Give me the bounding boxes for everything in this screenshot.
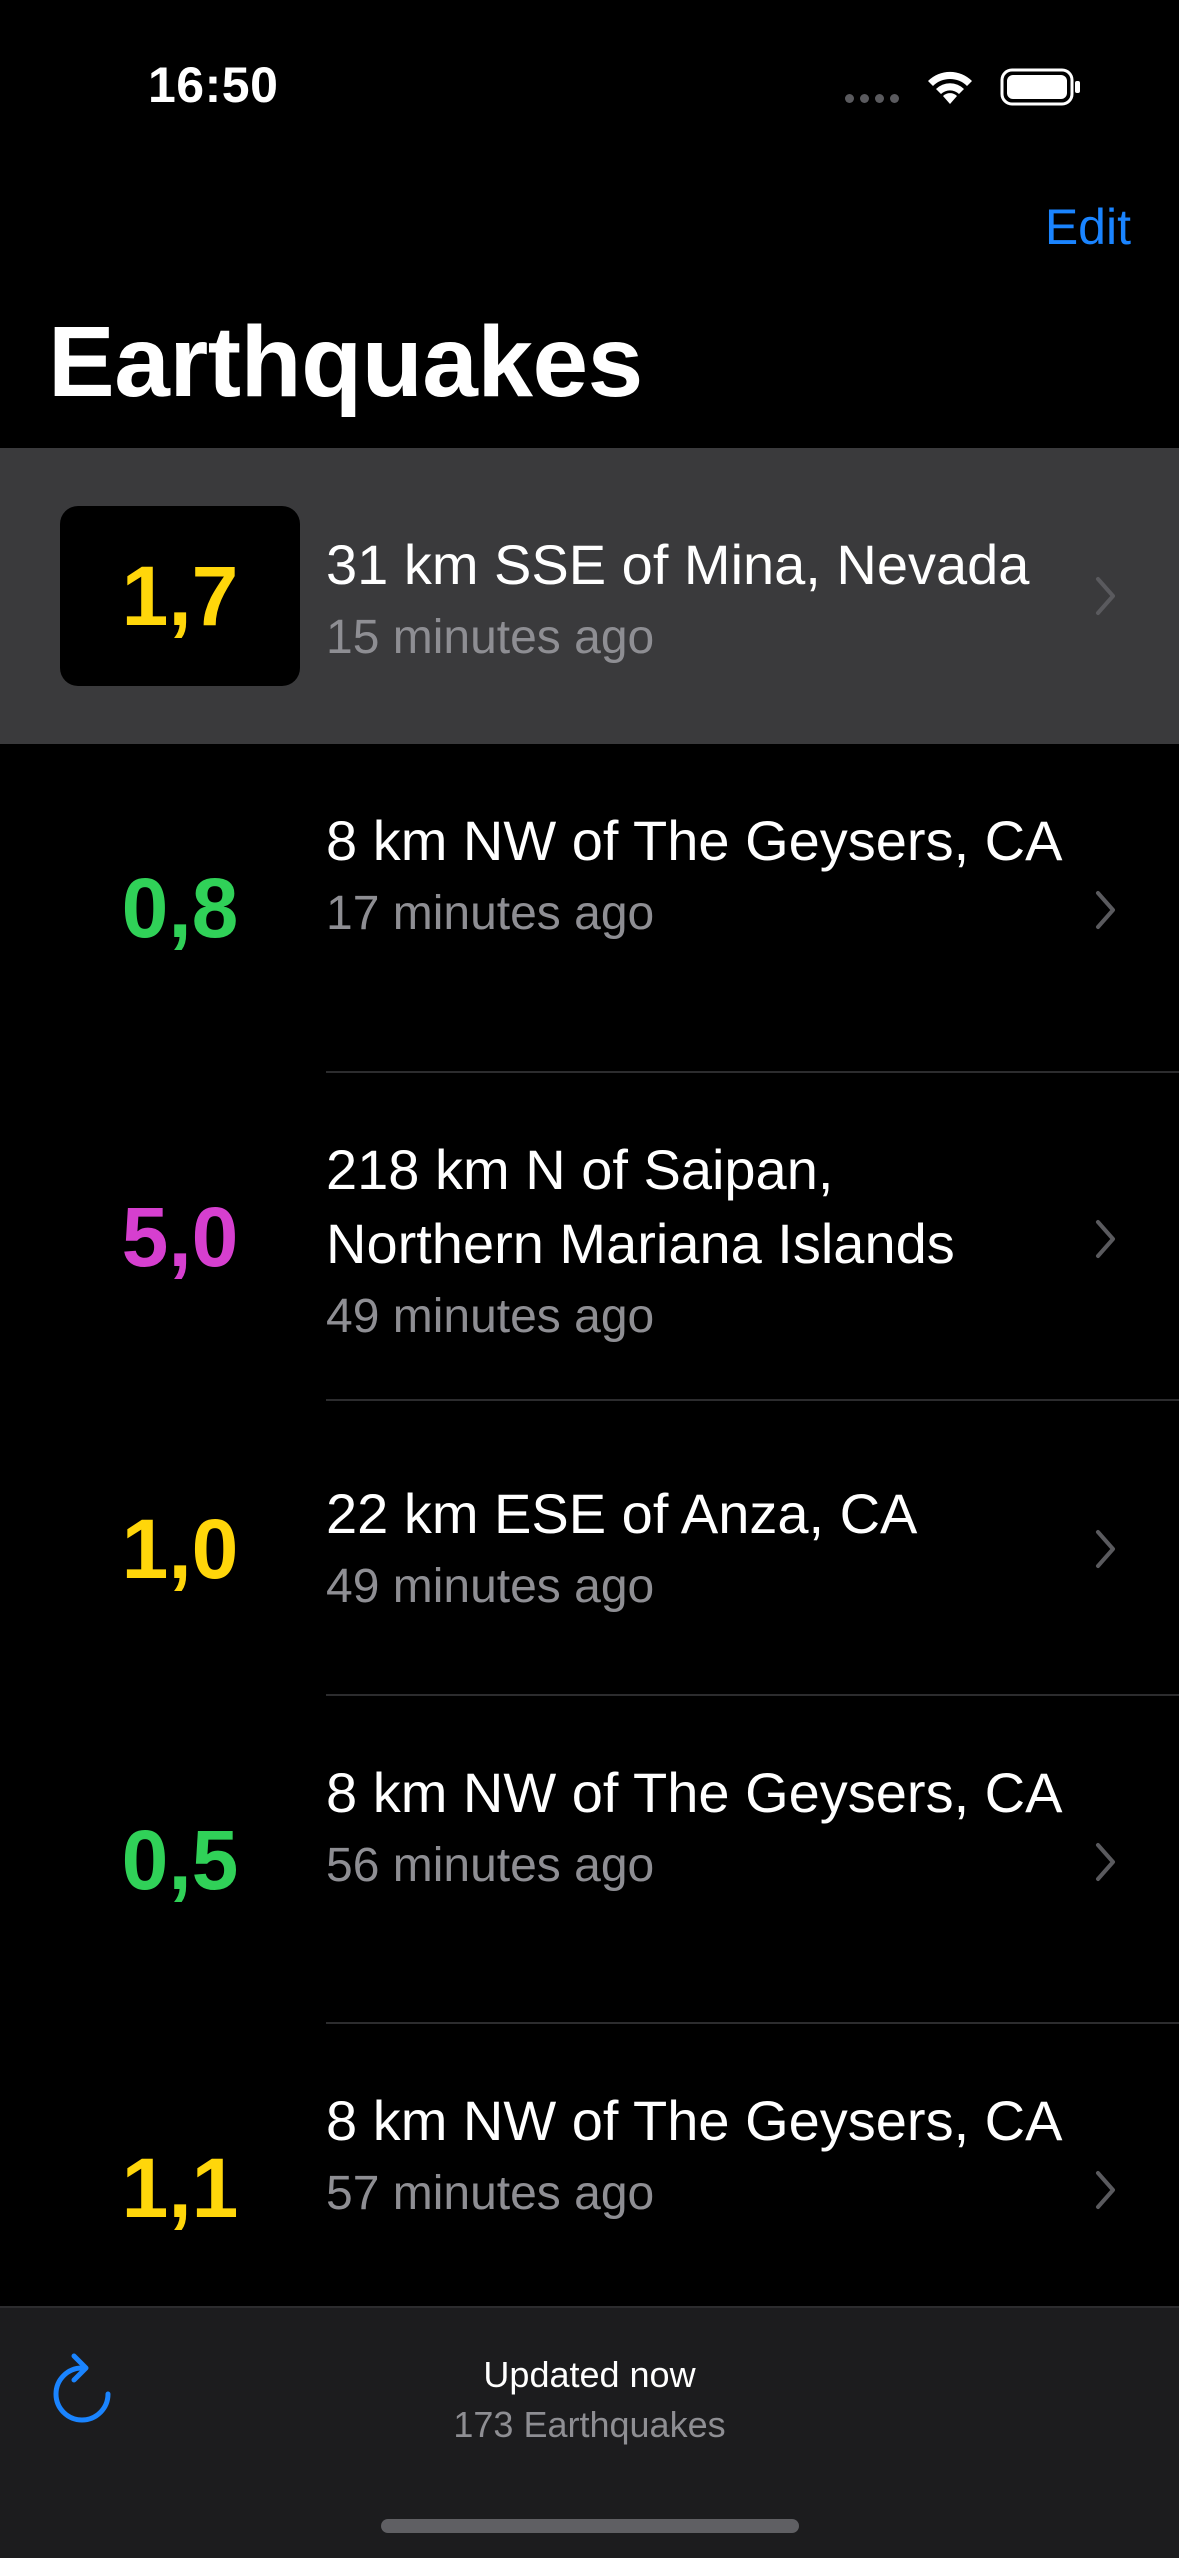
page-title: Earthquakes: [48, 306, 643, 418]
chevron-right-icon: [1096, 2171, 1115, 2209]
chevron-right-icon: [1096, 1530, 1115, 1568]
magnitude-badge: 1,0: [121, 1501, 239, 1596]
list-item[interactable]: 1,0 22 km ESE of Anza, CA 49 minutes ago: [0, 1401, 1179, 1696]
quake-time: 17 minutes ago: [326, 887, 655, 940]
quake-place: 218 km N of Saipan, Northern Mariana Isl…: [326, 1138, 955, 1275]
quake-time: 49 minutes ago: [326, 1560, 655, 1613]
status-time: 16:50: [148, 57, 279, 113]
update-status: Updated now 173 Earthquakes: [0, 2350, 1179, 2450]
quake-place: 22 km ESE of Anza, CA: [326, 1482, 918, 1545]
magnitude-badge: 1,7: [60, 506, 300, 686]
battery-icon: [1000, 68, 1080, 106]
list-item[interactable]: 1,1 8 km NW of The Geysers, CA 57 minute…: [0, 2024, 1179, 2353]
list-item[interactable]: 1,7 31 km SSE of Mina, Nevada 15 minutes…: [0, 448, 1179, 744]
quake-place: 8 km NW of The Geysers, CA: [326, 1761, 1063, 1824]
magnitude-badge: 0,5: [121, 1812, 239, 1907]
magnitude-badge: 1,1: [121, 2140, 239, 2235]
quake-time: 56 minutes ago: [326, 1839, 655, 1892]
magnitude-badge: 0,8: [121, 860, 239, 955]
chevron-right-icon: [1096, 1220, 1115, 1258]
quake-place: 8 km NW of The Geysers, CA: [326, 2089, 1063, 2152]
quake-time: 15 minutes ago: [326, 611, 655, 664]
wifi-icon: [928, 71, 972, 104]
quake-time: 49 minutes ago: [326, 1290, 655, 1343]
status-bar: 16:50: [0, 0, 1179, 170]
list-item[interactable]: 0,5 8 km NW of The Geysers, CA 56 minute…: [0, 1696, 1179, 2024]
edit-button[interactable]: Edit: [1045, 198, 1131, 256]
earthquake-list: 1,7 31 km SSE of Mina, Nevada 15 minutes…: [0, 448, 1179, 2353]
magnitude-badge: 5,0: [121, 1189, 239, 1284]
chevron-right-icon: [1096, 1843, 1115, 1881]
quake-time: 57 minutes ago: [326, 2167, 655, 2220]
list-item[interactable]: 0,8 8 km NW of The Geysers, CA 17 minute…: [0, 744, 1179, 1073]
earthquake-count: 173 Earthquakes: [453, 2404, 726, 2445]
list-item[interactable]: 5,0 218 km N of Saipan, Northern Mariana…: [0, 1073, 1179, 1401]
chevron-right-icon: [1096, 891, 1115, 929]
home-indicator[interactable]: [381, 2519, 799, 2533]
quake-place: 31 km SSE of Mina, Nevada: [326, 533, 1030, 596]
cellular-signal-icon: [845, 94, 899, 103]
updated-label: Updated now: [483, 2354, 696, 2395]
chevron-right-icon: [1096, 577, 1115, 615]
quake-place: 8 km NW of The Geysers, CA: [326, 809, 1063, 872]
